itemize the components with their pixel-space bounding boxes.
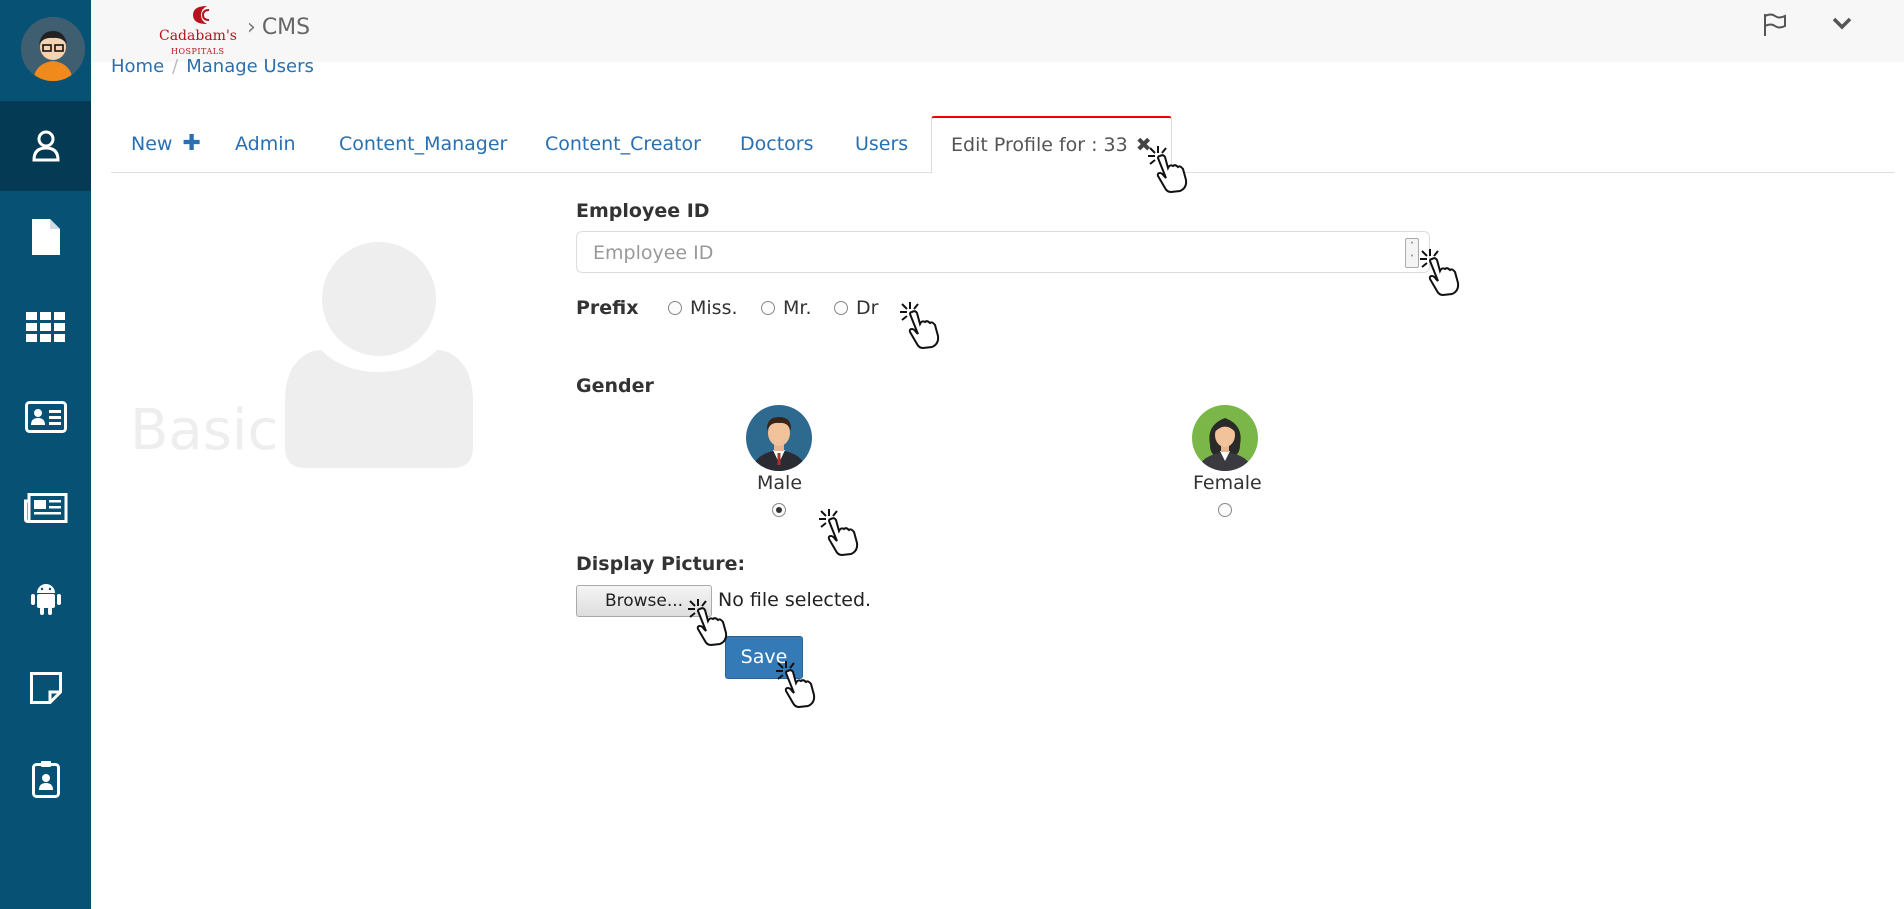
- logo-subtext: HOSPITALS: [171, 47, 225, 56]
- tab-admin-label: Admin: [235, 133, 296, 155]
- click-cursor-icon: [776, 661, 816, 709]
- id-card-icon: [24, 401, 67, 433]
- sidebar-item-profiles[interactable]: [0, 372, 91, 462]
- gender-radio-female[interactable]: [1218, 503, 1232, 517]
- click-cursor-icon: [1148, 146, 1188, 194]
- breadcrumb-current[interactable]: Manage Users: [186, 56, 314, 77]
- prefix-option-miss[interactable]: Miss.: [668, 297, 738, 319]
- tab-edit-profile-label: Edit Profile for : 33: [951, 134, 1128, 156]
- prefix-label: Prefix: [576, 297, 639, 319]
- prefix-option-label: Mr.: [783, 297, 812, 319]
- chevron-down-icon[interactable]: [1831, 12, 1853, 38]
- breadcrumb-home[interactable]: Home: [111, 56, 164, 77]
- file-icon: [31, 219, 60, 255]
- tab-admin[interactable]: Admin: [235, 116, 296, 172]
- tab-content-manager-label: Content_Manager: [339, 133, 508, 155]
- app-name: CMS: [261, 15, 311, 40]
- gender-label: Gender: [576, 375, 654, 397]
- sidebar: [0, 0, 91, 909]
- sidebar-item-news[interactable]: [0, 463, 91, 553]
- click-cursor-icon: [900, 302, 940, 350]
- grid-icon: [25, 312, 65, 342]
- sidebar-item-pages[interactable]: [0, 192, 91, 282]
- avatar-placeholder-icon: [285, 242, 473, 472]
- chevron-right-icon: ›: [247, 15, 256, 40]
- breadcrumb: Home / Manage Users: [111, 56, 314, 77]
- logo-text: Cadabam's: [159, 28, 237, 44]
- click-cursor-icon: [819, 509, 859, 557]
- note-icon: [29, 672, 62, 704]
- click-cursor-icon: [688, 599, 728, 647]
- breadcrumb-separator: /: [172, 56, 179, 77]
- prefix-option-mr[interactable]: Mr.: [761, 297, 812, 319]
- newspaper-icon: [23, 493, 67, 523]
- number-spinner[interactable]: ˄ ˅: [1405, 238, 1419, 268]
- tab-new[interactable]: New ✚: [131, 116, 201, 172]
- prefix-option-label: Dr: [856, 297, 879, 319]
- employee-id-placeholder: Employee ID: [593, 242, 714, 264]
- section-title: Basic: [130, 398, 279, 463]
- tab-users-label: Users: [855, 133, 909, 155]
- gender-radio-male[interactable]: [772, 503, 786, 517]
- employee-id-input[interactable]: Employee ID ˄ ˅: [576, 231, 1430, 273]
- tab-users[interactable]: Users: [855, 116, 908, 172]
- top-bar: Cadabam's HOSPITALS › CMS: [91, 0, 1904, 62]
- tab-edit-profile[interactable]: Edit Profile for : 33 ✖: [931, 116, 1172, 174]
- prefix-radio-dr[interactable]: [834, 301, 848, 315]
- prefix-radio-miss[interactable]: [668, 301, 682, 315]
- click-cursor-icon: [1420, 249, 1460, 297]
- user-icon: [31, 130, 60, 162]
- user-avatar[interactable]: [21, 17, 85, 81]
- display-picture-label: Display Picture:: [576, 553, 746, 575]
- gender-male-label: Male: [757, 472, 803, 494]
- sidebar-item-notes[interactable]: [0, 643, 91, 733]
- tab-doctors[interactable]: Doctors: [740, 116, 814, 172]
- android-icon: [30, 584, 61, 615]
- prefix-option-dr[interactable]: Dr: [834, 297, 878, 319]
- tab-new-label: New: [131, 133, 173, 155]
- app-title: › CMS: [247, 15, 310, 40]
- badge-icon: [31, 761, 60, 798]
- employee-id-label: Employee ID: [576, 200, 710, 222]
- sidebar-item-badges[interactable]: [0, 734, 91, 824]
- file-status: No file selected.: [718, 589, 872, 611]
- cadabams-logo[interactable]: Cadabam's HOSPITALS: [157, 4, 249, 60]
- tab-content-creator[interactable]: Content_Creator: [545, 116, 701, 172]
- gender-female-label: Female: [1193, 472, 1262, 494]
- sidebar-item-apps[interactable]: [0, 282, 91, 372]
- tab-doctors-label: Doctors: [740, 133, 814, 155]
- flag-icon[interactable]: [1761, 12, 1787, 42]
- prefix-radio-mr[interactable]: [761, 301, 775, 315]
- sidebar-item-android[interactable]: [0, 553, 91, 643]
- female-avatar-icon: [1192, 405, 1258, 471]
- plus-icon: ✚: [182, 131, 201, 156]
- tab-content-manager[interactable]: Content_Manager: [339, 116, 507, 172]
- tab-content-creator-label: Content_Creator: [545, 133, 701, 155]
- male-avatar-icon: [746, 405, 812, 471]
- prefix-option-label: Miss.: [690, 297, 738, 319]
- sidebar-item-users[interactable]: [0, 101, 91, 191]
- user-tabs: New ✚ Admin Content_Manager Content_Crea…: [111, 116, 1894, 174]
